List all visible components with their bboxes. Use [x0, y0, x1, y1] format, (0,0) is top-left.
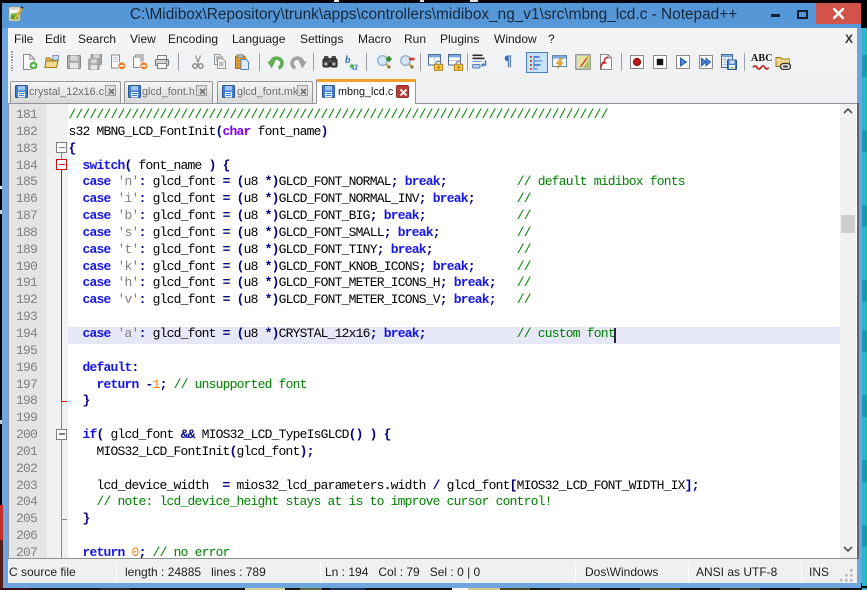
- svg-text:b: b: [345, 54, 351, 66]
